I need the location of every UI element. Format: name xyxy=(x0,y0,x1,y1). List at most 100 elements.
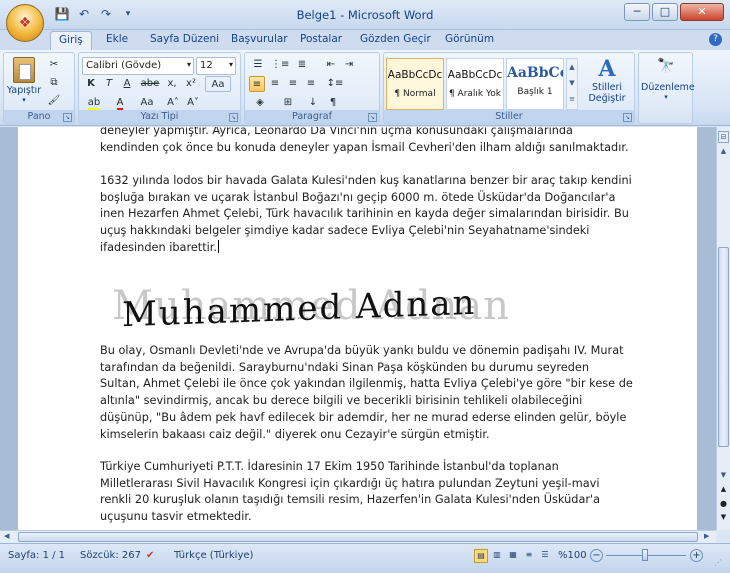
italic-icon[interactable]: T xyxy=(101,76,117,92)
shading-icon[interactable]: ◈ xyxy=(249,95,271,111)
change-styles-button[interactable]: A Stilleri Değiştir xyxy=(582,56,632,112)
grow-font-icon[interactable]: A˄ xyxy=(165,95,181,111)
page-count[interactable]: Sayfa: 1 / 1 xyxy=(8,550,65,561)
paste-button[interactable]: Yapıştır ▾ xyxy=(6,55,42,111)
show-marks-icon[interactable]: ¶ xyxy=(325,95,341,111)
document-area: deneyler yapmıştır. Ayrıca, Leonardo Da … xyxy=(0,127,716,530)
tab-mailings[interactable]: Postalar xyxy=(300,33,342,45)
decrease-indent-icon[interactable]: ⇤ xyxy=(323,57,339,73)
zoom-in-icon[interactable]: + xyxy=(690,549,703,562)
style-heading-1[interactable]: AaBbCc Başlık 1 xyxy=(506,58,564,110)
clipboard-group: Yapıştır ▾ ✂ ⧉ 🖌 Pano ↘ xyxy=(3,52,75,124)
tab-review[interactable]: Gözden Geçir xyxy=(360,33,431,45)
draft-icon[interactable]: ☰ xyxy=(538,549,552,563)
copy-icon[interactable]: ⧉ xyxy=(46,75,62,91)
print-layout-icon[interactable]: ▤ xyxy=(474,549,488,563)
outline-icon[interactable]: ≡ xyxy=(522,549,536,563)
tab-insert[interactable]: Ekle xyxy=(106,33,128,45)
full-screen-icon[interactable]: ▥ xyxy=(490,549,504,563)
style-no-spacing[interactable]: AaBbCcDc ¶ Aralık Yok xyxy=(446,58,504,110)
word-count[interactable]: Sözcük: 267 xyxy=(80,550,141,561)
font-launcher-icon[interactable]: ↘ xyxy=(229,113,238,122)
superscript-icon[interactable]: x² xyxy=(183,76,199,92)
subscript-icon[interactable]: x, xyxy=(164,76,180,92)
justify-icon[interactable]: ≡ xyxy=(303,76,319,92)
font-group-label: Yazı Tipi xyxy=(79,110,240,123)
tab-references[interactable]: Başvurular xyxy=(231,33,288,45)
horizontal-scrollbar[interactable]: ◀ ▶ xyxy=(0,530,716,543)
styles-group-label: Stiller xyxy=(384,110,634,123)
change-case-icon[interactable]: Aa xyxy=(136,95,158,111)
text-line: tarafından da beğenildi. Sarayburnu'ndak… xyxy=(100,360,590,374)
text-line: uçuş hakkındaki belgeler şimdiye kadar s… xyxy=(100,224,590,238)
align-center-icon[interactable]: ≡ xyxy=(267,76,283,92)
window-controls: ─ □ ✕ xyxy=(624,3,724,21)
scroll-down-icon[interactable]: ▼ xyxy=(718,471,729,483)
font-family-select[interactable]: Calibri (Gövde) ▾ xyxy=(82,57,194,75)
underline-icon[interactable]: A xyxy=(119,76,135,92)
editing-button[interactable]: 🔭 Düzenleme ▾ xyxy=(641,56,695,122)
strikethrough-icon[interactable]: abe xyxy=(139,76,161,92)
browse-object-icon[interactable]: ● xyxy=(718,499,729,511)
resize-grip-icon[interactable]: ⋰ xyxy=(714,558,722,567)
close-button[interactable]: ✕ xyxy=(680,3,724,21)
scroll-up-icon[interactable]: ▲ xyxy=(718,147,729,159)
minimize-button[interactable]: ─ xyxy=(624,3,650,21)
shrink-font-icon[interactable]: A˅ xyxy=(185,95,201,111)
maximize-button[interactable]: □ xyxy=(652,3,678,21)
zoom-out-icon[interactable]: − xyxy=(590,549,603,562)
borders-icon[interactable]: ⊞ xyxy=(277,95,299,111)
h-scroll-thumb[interactable] xyxy=(18,532,698,542)
text-line: Milletlerarası Sivil Havacılık Kongresi … xyxy=(100,476,600,490)
style-normal[interactable]: AaBbCcDc ¶ Normal xyxy=(386,58,444,110)
tab-page-layout[interactable]: Sayfa Düzeni xyxy=(150,33,219,45)
document-page[interactable]: deneyler yapmıştır. Ayrıca, Leonardo Da … xyxy=(18,127,697,530)
font-color-icon[interactable]: A xyxy=(109,95,131,111)
font-size-select[interactable]: 12 ▾ xyxy=(196,57,236,75)
styles-scroll[interactable]: ▲ ▼ ≡ xyxy=(566,58,578,110)
next-page-icon[interactable]: ▼ xyxy=(718,513,729,525)
tab-home[interactable]: Giriş xyxy=(50,31,92,50)
text-line: renkli 20 kuruşluk olanın taşıdığı temsi… xyxy=(100,493,601,507)
text-line: Türkiye Cumhuriyeti P.T.T. İdaresinin 17… xyxy=(100,460,559,473)
proofing-icon[interactable]: ✔ xyxy=(146,550,154,561)
help-icon[interactable]: ? xyxy=(709,33,722,46)
text-line-last: ifadesinden ibarettir. xyxy=(100,239,620,257)
prev-page-icon[interactable]: ▲ xyxy=(718,485,729,497)
bullets-icon[interactable]: ☰ xyxy=(249,57,267,73)
language-indicator[interactable]: Türkçe (Türkiye) xyxy=(174,550,253,561)
line-spacing-icon[interactable]: ↕≡ xyxy=(325,76,345,92)
highlight-icon[interactable]: ab xyxy=(83,95,105,111)
scroll-right-icon[interactable]: ▶ xyxy=(704,532,709,540)
text-line: kendinden çok önce bu konuda deneyler ya… xyxy=(100,140,629,154)
align-left-icon[interactable]: ≡ xyxy=(249,76,265,92)
paste-label: Yapıştır xyxy=(6,85,42,96)
office-button[interactable]: ❖ xyxy=(6,4,44,42)
zoom-level[interactable]: %100 xyxy=(558,550,587,561)
bold-icon[interactable]: K xyxy=(83,76,99,92)
align-right-icon[interactable]: ≡ xyxy=(285,76,301,92)
text-line: Sultan, Ahmet Çelebi ile önce çok yakınd… xyxy=(100,377,633,391)
scroll-thumb[interactable] xyxy=(718,247,729,447)
numbering-icon[interactable]: ⋮≡ xyxy=(271,57,289,73)
wordart[interactable]: Muhammed Adnan Muhammed Adnan xyxy=(112,275,532,345)
clear-formatting-icon[interactable]: Aa xyxy=(205,76,231,92)
increase-indent-icon[interactable]: ⇥ xyxy=(341,57,357,73)
font-group: Calibri (Gövde) ▾ 12 ▾ K T A abe x, x² Aa … xyxy=(78,52,241,124)
zoom-slider-thumb[interactable] xyxy=(642,549,648,561)
text-line: kimselerin bakaası caiz değil." diyerek … xyxy=(100,427,490,441)
sort-icon[interactable]: ↓ xyxy=(305,95,321,111)
tab-view[interactable]: Görünüm xyxy=(445,33,494,45)
web-layout-icon[interactable]: ▦ xyxy=(506,549,520,563)
format-painter-icon[interactable]: 🖌 xyxy=(46,93,62,109)
text-cursor xyxy=(218,239,219,253)
paragraph-launcher-icon[interactable]: ↘ xyxy=(368,113,377,122)
scroll-left-icon[interactable]: ◀ xyxy=(4,532,9,540)
multilevel-list-icon[interactable]: ≣ xyxy=(293,57,311,73)
clipboard-launcher-icon[interactable]: ↘ xyxy=(63,113,72,122)
cut-icon[interactable]: ✂ xyxy=(46,57,62,73)
ruler-toggle-icon[interactable]: ⊟ xyxy=(718,131,729,143)
change-styles-icon: A xyxy=(598,56,616,82)
vertical-scrollbar[interactable]: ⊟ ▲ ▼ ▲ ● ▼ xyxy=(716,127,730,530)
styles-launcher-icon[interactable]: ↘ xyxy=(623,113,632,122)
